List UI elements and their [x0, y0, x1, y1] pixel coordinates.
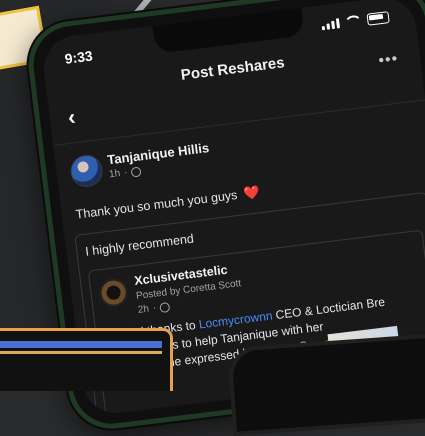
- back-icon[interactable]: ‹: [66, 104, 76, 130]
- laptop-screen-line: [0, 351, 162, 354]
- post-author[interactable]: Tanjanique Hillis: [106, 140, 209, 167]
- inner-avatar[interactable]: [97, 277, 130, 309]
- post-time: 1h: [108, 168, 121, 181]
- avatar[interactable]: [68, 153, 105, 189]
- meta-separator: ·: [152, 302, 157, 314]
- post-meta: 1h ·: [109, 165, 143, 180]
- laptop-screen-bar: [0, 341, 162, 348]
- inner-post-time: 2h: [137, 303, 150, 316]
- meta-separator: ·: [123, 167, 129, 179]
- heart-icon: ❤️: [242, 184, 261, 202]
- battery-icon: [366, 11, 390, 26]
- laptop-edge: [0, 328, 173, 391]
- signal-icon: [321, 18, 341, 31]
- status-time: 9:33: [63, 47, 94, 67]
- globe-icon: [130, 165, 143, 178]
- shared-caption: I highly recommend: [84, 231, 195, 259]
- phone-notch: [151, 7, 305, 54]
- second-phone: [227, 332, 425, 436]
- wifi-icon: [343, 14, 363, 29]
- post-message: Thank you so much you guys: [74, 187, 239, 222]
- globe-icon: [159, 301, 171, 313]
- body-line1-suffix: CEO & Loctician Bre: [271, 294, 386, 323]
- page-title: Post Reshares: [179, 54, 286, 84]
- status-icons: [321, 11, 390, 31]
- more-options-icon[interactable]: •••: [378, 50, 400, 70]
- inner-post-meta: 2h ·: [137, 301, 171, 316]
